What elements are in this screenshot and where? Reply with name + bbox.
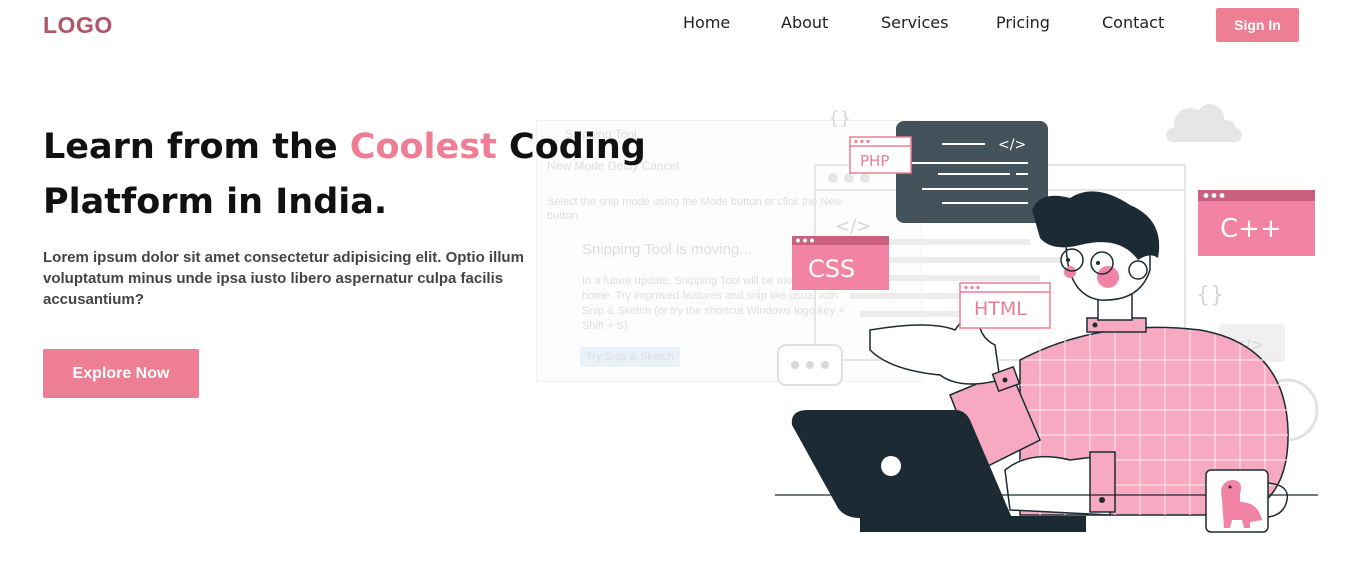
braces-icon: {} [828,108,851,129]
headline-accent: Coolest [349,127,497,167]
explore-now-button[interactable]: Explore Now [43,349,199,398]
hero-illustration: {} {} </> </> </> PHP CSS C++ HTML [775,104,1319,533]
logo[interactable]: LOGO [43,12,113,39]
cpp-badge: C++ [1198,190,1315,256]
code-tag-icon-faint: </> [835,216,871,237]
nav-services[interactable]: Services [881,13,948,32]
ghost-heading: Snipping Tool is moving... [582,241,752,258]
headline-part-1: Learn from the [43,127,350,167]
navbar: LOGO Home About Services Pricing Contact… [0,0,1346,50]
code-tag-icon: </> [998,137,1026,153]
cpp-label: C++ [1220,214,1282,244]
nav-pricing[interactable]: Pricing [996,13,1050,32]
cloud-icon [1166,104,1242,142]
css-label: CSS [808,255,855,283]
php-label: PHP [860,152,889,170]
landing-page: LOGO Home About Services Pricing Contact… [0,0,1346,577]
html-badge: HTML [959,282,1051,329]
code-card: </> [896,121,1048,223]
nav-contact[interactable]: Contact [1102,13,1164,32]
sign-in-button[interactable]: Sign In [1216,8,1299,42]
hero-lead-text: Lorem ipsum dolor sit amet consectetur a… [43,249,524,308]
php-badge: PHP [849,136,912,174]
css-badge: CSS [792,236,889,290]
chat-bubble-icon [777,344,843,386]
nav-home[interactable]: Home [683,13,730,32]
html-label: HTML [974,298,1027,320]
ghost-button: Try Snip & Sketch [580,347,680,367]
hero-headline: Learn from the Coolest Coding Platform i… [43,120,683,230]
braces-icon-2: {} [1196,283,1224,308]
nav-about[interactable]: About [781,13,828,32]
